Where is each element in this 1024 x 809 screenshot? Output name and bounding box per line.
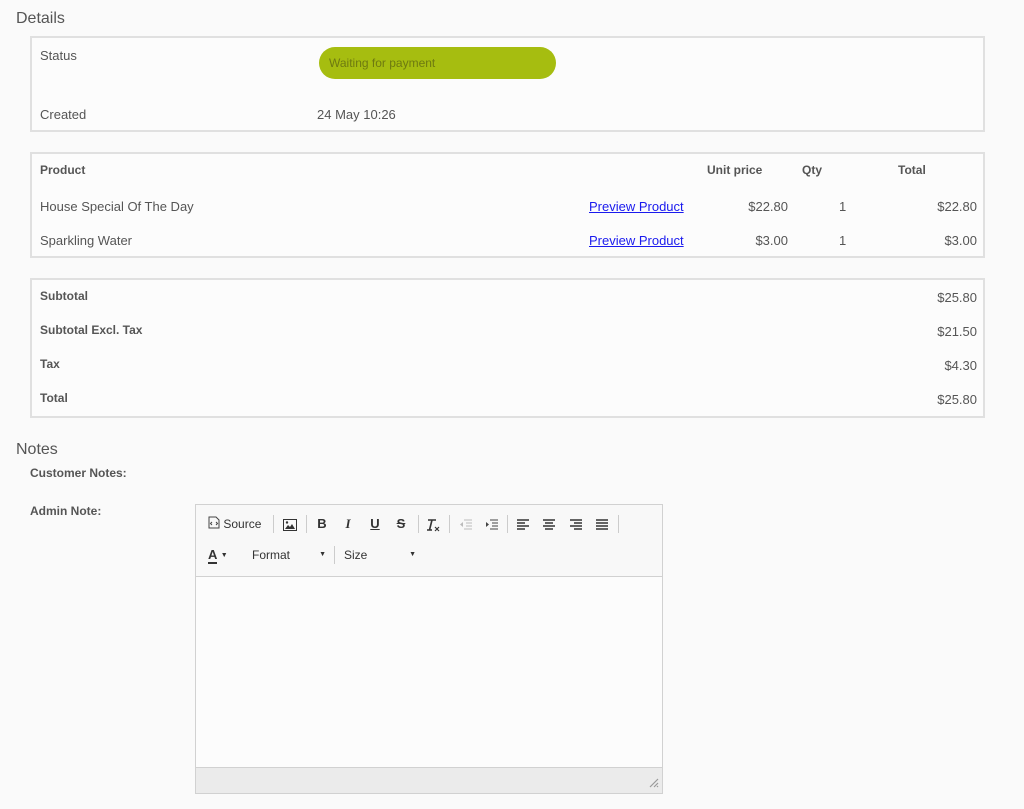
created-label: Created: [40, 107, 87, 122]
details-title: Details: [16, 10, 65, 27]
toolbar-separator: [334, 546, 335, 564]
quantity: 1: [839, 233, 847, 248]
unit-price: $3.00: [755, 233, 788, 248]
product-name: House Special Of The Day: [40, 199, 194, 214]
line-total: $3.00: [944, 233, 977, 248]
details-panel: Status Waiting for payment Created 24 Ma…: [30, 36, 985, 132]
chevron-down-icon: ▼: [409, 551, 416, 558]
toolbar-separator: [618, 515, 619, 533]
align-justify-icon: [596, 517, 608, 531]
toolbar-separator: [273, 515, 274, 533]
status-label: Status: [40, 48, 77, 63]
created-value: 24 May 10:26: [317, 107, 396, 122]
size-label: Size: [344, 548, 368, 562]
size-dropdown[interactable]: Size ▼: [340, 545, 420, 565]
tax-label: Tax: [40, 357, 60, 371]
align-left-icon: [517, 517, 529, 531]
preview-product-link[interactable]: Preview Product: [589, 199, 684, 214]
source-label: Source: [223, 517, 262, 531]
column-header-product: Product: [40, 163, 86, 177]
customer-notes-label: Customer Notes:: [30, 466, 127, 480]
align-right-icon: [570, 517, 582, 531]
image-icon: [283, 517, 297, 531]
align-center-button[interactable]: [539, 514, 559, 534]
status-badge: Waiting for payment: [319, 47, 556, 79]
toolbar-separator: [306, 515, 307, 533]
strikethrough-icon: S: [396, 516, 406, 531]
chevron-down-icon: ▼: [220, 551, 228, 559]
italic-button[interactable]: I: [338, 514, 358, 534]
image-button[interactable]: [280, 514, 300, 534]
column-header-total: Total: [898, 163, 926, 177]
products-table: Product Unit price Qty Total House Speci…: [30, 152, 985, 258]
editor-footer: [196, 767, 662, 793]
text-color-button[interactable]: A ▼: [208, 545, 234, 565]
source-button[interactable]: Source: [208, 514, 266, 534]
column-header-unit-price: Unit price: [707, 163, 763, 177]
chevron-down-icon: ▼: [319, 551, 326, 558]
admin-note-textarea[interactable]: [196, 577, 662, 767]
unit-price: $22.80: [748, 199, 788, 214]
toolbar-separator: [449, 515, 450, 533]
decrease-indent-button[interactable]: [455, 514, 475, 534]
line-total: $22.80: [937, 199, 977, 214]
notes-title: Notes: [16, 441, 58, 458]
align-center-icon: [543, 517, 555, 531]
admin-note-editor: Source B I U S A ▼ Format ▼ Size ▼: [195, 504, 663, 794]
subtotal-label: Subtotal: [40, 289, 88, 303]
resize-handle-icon[interactable]: [649, 776, 659, 791]
underline-icon: U: [370, 516, 380, 531]
increase-indent-button[interactable]: [481, 514, 501, 534]
subtotal-excl-tax-value: $21.50: [937, 324, 977, 339]
preview-product-link[interactable]: Preview Product: [589, 233, 684, 248]
source-icon: [208, 515, 220, 535]
bold-button[interactable]: B: [312, 514, 332, 534]
remove-format-icon: [426, 517, 440, 532]
toolbar-separator: [418, 515, 419, 533]
total-label: Total: [40, 391, 68, 405]
quantity: 1: [839, 199, 847, 214]
underline-button[interactable]: U: [365, 514, 385, 534]
format-dropdown[interactable]: Format ▼: [246, 545, 330, 565]
justify-button[interactable]: [592, 514, 612, 534]
editor-toolbar: Source B I U S A ▼ Format ▼ Size ▼: [196, 505, 662, 577]
bold-icon: B: [317, 516, 327, 531]
admin-note-label: Admin Note:: [30, 504, 102, 518]
tax-value: $4.30: [944, 358, 977, 373]
italic-icon: I: [345, 516, 351, 531]
product-name: Sparkling Water: [40, 233, 132, 248]
text-color-icon: A: [208, 547, 218, 564]
align-left-button[interactable]: [513, 514, 533, 534]
format-label: Format: [252, 548, 291, 562]
subtotal-excl-tax-label: Subtotal Excl. Tax: [40, 323, 143, 337]
total-value: $25.80: [937, 392, 977, 407]
subtotal-value: $25.80: [937, 290, 977, 305]
indent-icon: [485, 517, 498, 531]
outdent-icon: [459, 517, 472, 531]
remove-format-button[interactable]: [423, 514, 443, 534]
toolbar-separator: [507, 515, 508, 533]
column-header-qty: Qty: [802, 163, 823, 177]
strikethrough-button[interactable]: S: [391, 514, 411, 534]
totals-panel: Subtotal $25.80 Subtotal Excl. Tax $21.5…: [30, 278, 985, 418]
align-right-button[interactable]: [566, 514, 586, 534]
